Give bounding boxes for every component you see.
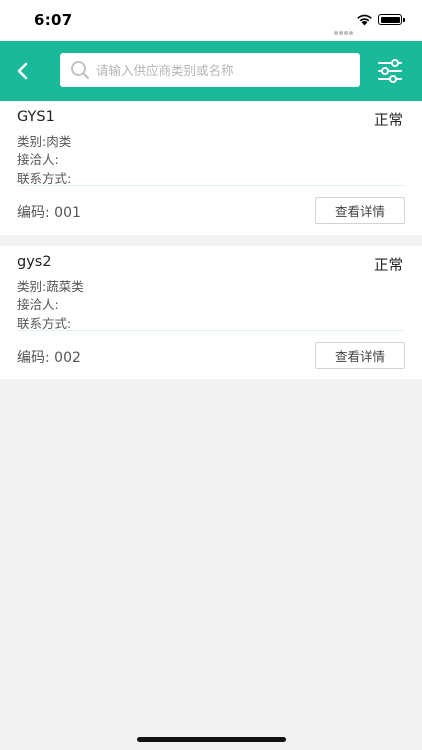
signal-icon	[334, 20, 354, 39]
view-details-button[interactable]: 查看详情	[315, 197, 405, 224]
chevron-left-icon	[17, 62, 28, 80]
supplier-status: 正常	[374, 258, 403, 274]
supplier-name: gys2	[17, 254, 52, 270]
search-icon	[70, 60, 90, 80]
view-details-button[interactable]: 查看详情	[315, 342, 405, 369]
supplier-card[interactable]: gys2 正常 类别:蔬菜类 接洽人: 联系方式: 编码: 002 查看详情	[0, 246, 422, 379]
filter-sliders-icon	[378, 59, 402, 83]
search-input[interactable]	[96, 54, 360, 86]
supplier-category: 类别:肉类	[17, 134, 72, 149]
wifi-icon	[357, 14, 372, 26]
battery-icon	[378, 14, 405, 25]
supplier-status: 正常	[374, 113, 403, 129]
nav-bar	[0, 41, 422, 101]
supplier-card[interactable]: GYS1 正常 类别:肉类 接洽人: 联系方式: 编码: 001 查看详情	[0, 101, 422, 235]
back-button[interactable]	[8, 53, 38, 89]
card-divider	[17, 185, 405, 186]
supplier-category: 类别:蔬菜类	[17, 279, 84, 294]
supplier-name: GYS1	[17, 109, 55, 125]
supplier-code: 编码: 002	[17, 350, 81, 366]
search-box[interactable]	[60, 53, 360, 87]
status-bar: 6:07	[0, 0, 422, 41]
status-time: 6:07	[34, 11, 73, 29]
supplier-code: 编码: 001	[17, 205, 81, 221]
home-indicator[interactable]	[137, 737, 286, 742]
card-divider	[17, 330, 405, 331]
filter-button[interactable]	[376, 58, 404, 84]
supplier-contact: 接洽人:	[17, 297, 59, 312]
supplier-contact: 接洽人:	[17, 152, 59, 167]
